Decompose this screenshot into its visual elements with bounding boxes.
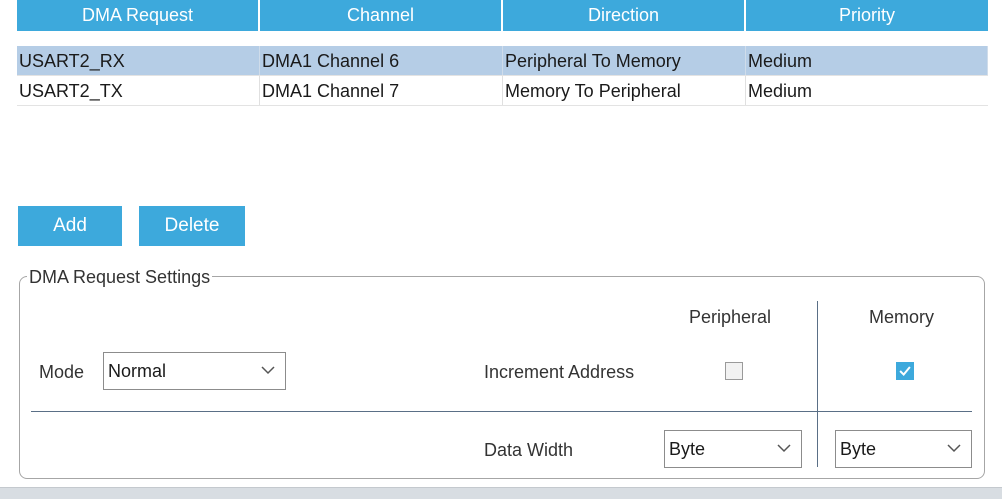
increment-address-label: Increment Address [484, 362, 635, 382]
table-row[interactable]: USART2_RX DMA1 Channel 6 Peripheral To M… [17, 46, 988, 76]
dma-table-body: USART2_RX DMA1 Channel 6 Peripheral To M… [17, 46, 988, 106]
cell-priority[interactable]: Medium [746, 46, 988, 75]
peripheral-increment-checkbox[interactable] [725, 362, 743, 380]
header-channel[interactable]: Channel [260, 0, 503, 31]
header-dma-request[interactable]: DMA Request [17, 0, 260, 31]
delete-button[interactable]: Delete [139, 206, 245, 246]
check-icon [899, 366, 911, 377]
cell-priority[interactable]: Medium [746, 76, 988, 105]
memory-data-width-select[interactable]: Byte [835, 430, 972, 468]
bottom-edge [0, 487, 1002, 499]
chevron-down-icon [777, 444, 791, 453]
chevron-down-icon [947, 444, 961, 453]
cell-request: USART2_RX [17, 46, 260, 75]
data-width-label: Data Width [484, 440, 574, 460]
settings-legend: DMA Request Settings [27, 267, 213, 287]
cell-channel[interactable]: DMA1 Channel 6 [260, 46, 503, 75]
column-divider [817, 301, 818, 467]
mode-select-value: Normal [108, 361, 167, 381]
chevron-down-icon [261, 366, 275, 375]
memory-data-width-value: Byte [840, 439, 877, 459]
peripheral-data-width-value: Byte [669, 439, 706, 459]
cell-direction[interactable]: Memory To Peripheral [503, 76, 746, 105]
mode-label: Mode [39, 362, 85, 382]
cell-direction[interactable]: Peripheral To Memory [503, 46, 746, 75]
row-divider [31, 411, 972, 412]
header-direction[interactable]: Direction [503, 0, 746, 31]
dma-table-header: DMA Request Channel Direction Priority [17, 0, 988, 31]
header-priority[interactable]: Priority [746, 0, 988, 31]
dma-settings-panel: DMA Request Channel Direction Priority U… [0, 0, 1002, 499]
table-row[interactable]: USART2_TX DMA1 Channel 7 Memory To Perip… [17, 76, 988, 106]
mode-select[interactable]: Normal [103, 352, 286, 390]
cell-channel[interactable]: DMA1 Channel 7 [260, 76, 503, 105]
cell-request: USART2_TX [17, 76, 260, 105]
peripheral-column-header: Peripheral [689, 307, 772, 327]
memory-column-header: Memory [869, 307, 935, 327]
peripheral-data-width-select[interactable]: Byte [664, 430, 802, 468]
add-button[interactable]: Add [18, 206, 122, 246]
memory-increment-checkbox[interactable] [896, 362, 914, 380]
